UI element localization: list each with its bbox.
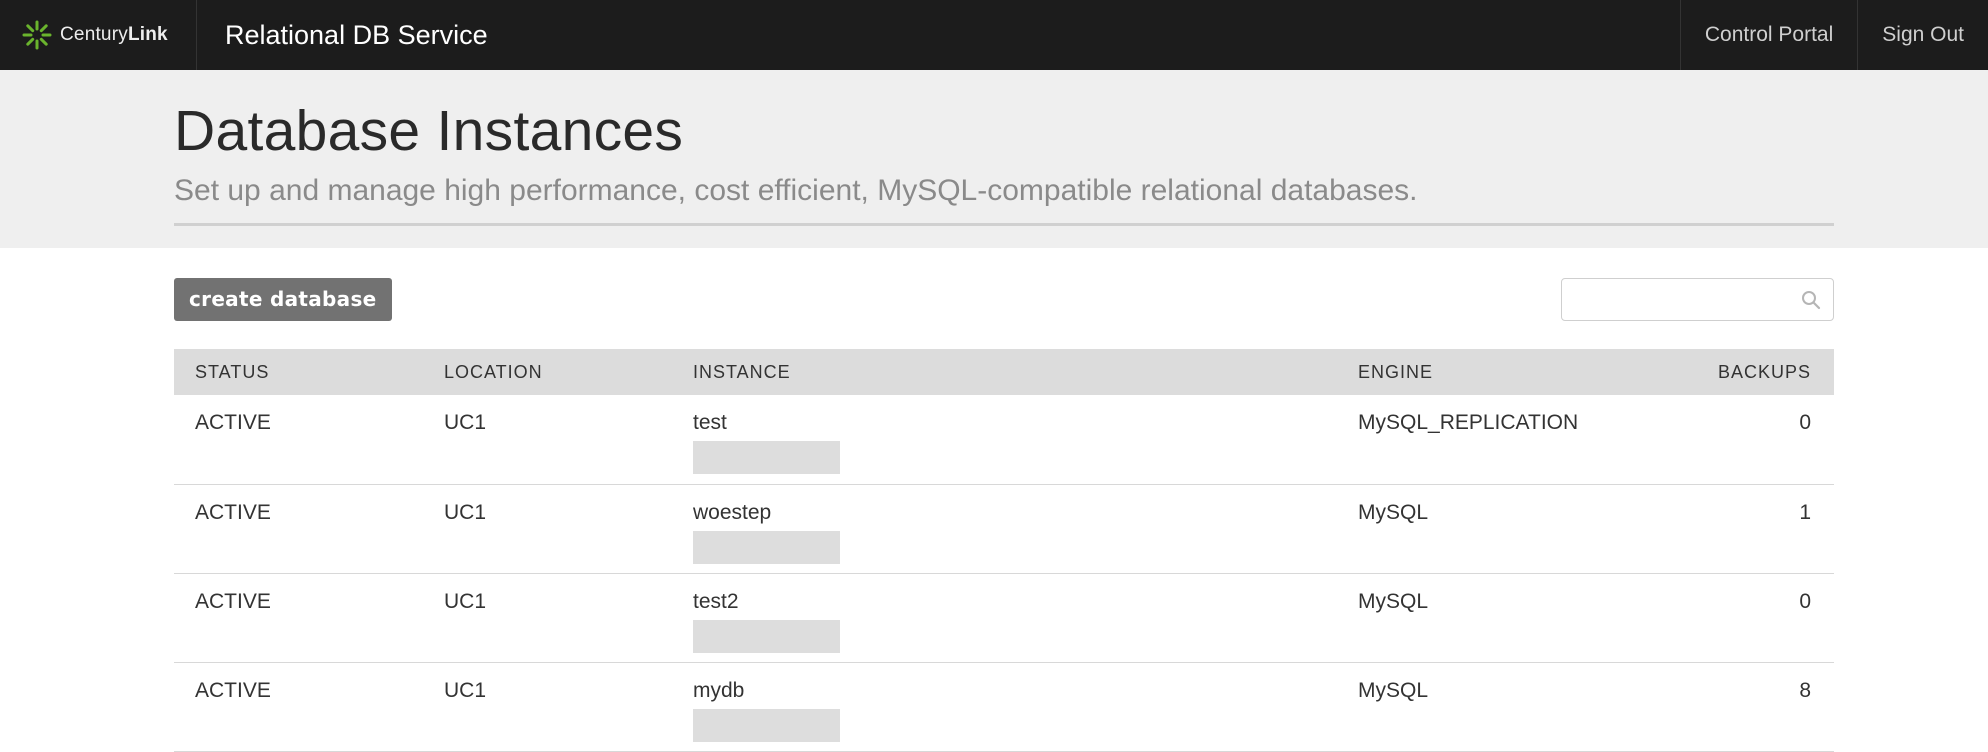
top-navbar: CenturyLink Relational DB Service Contro… — [0, 0, 1988, 70]
cell-status: ACTIVE — [174, 395, 423, 485]
brand-name: CenturyLink — [60, 24, 168, 45]
create-database-button[interactable]: create database — [174, 277, 392, 321]
redacted-block — [693, 530, 840, 564]
database-instances-table: STATUS LOCATION INSTANCE ENGINE BACKUPS … — [174, 349, 1834, 752]
cell-instance: woestep — [672, 484, 1337, 574]
redacted-block — [693, 441, 840, 474]
header-divider — [174, 223, 1834, 226]
cell-backups: 8 — [1637, 662, 1834, 752]
cell-location: UC1 — [423, 573, 672, 663]
main-content: create database STATUS LOCATION INSTANCE… — [174, 277, 1834, 752]
instance-name-link[interactable]: woestep — [693, 501, 771, 524]
table-row[interactable]: ACTIVE UC1 test2 MySQL 0 — [174, 573, 1834, 663]
toolbar: create database — [174, 277, 1834, 321]
cell-status: ACTIVE — [174, 573, 423, 663]
cell-backups: 1 — [1637, 484, 1834, 574]
brand-logo-link[interactable]: CenturyLink — [0, 0, 197, 70]
page-header: Database Instances Set up and manage hig… — [0, 70, 1988, 248]
column-header-backups[interactable]: BACKUPS — [1637, 349, 1834, 395]
page-subtitle: Set up and manage high performance, cost… — [174, 173, 1418, 207]
cell-instance: test — [672, 395, 1337, 485]
nav-control-portal[interactable]: Control Portal — [1679, 0, 1857, 70]
cell-engine: MySQL_REPLICATION — [1337, 395, 1637, 485]
column-header-instance[interactable]: INSTANCE — [672, 349, 1337, 395]
cell-engine: MySQL — [1337, 662, 1637, 752]
app-title: Relational DB Service — [225, 19, 488, 50]
instance-name-link[interactable]: test — [693, 411, 727, 434]
page-title: Database Instances — [174, 99, 684, 163]
cell-status: ACTIVE — [174, 484, 423, 574]
cell-instance: mydb — [672, 662, 1337, 752]
redacted-block — [693, 619, 840, 653]
column-header-status[interactable]: STATUS — [174, 349, 423, 395]
table-header-row: STATUS LOCATION INSTANCE ENGINE BACKUPS — [174, 349, 1834, 395]
centurylink-logo-icon — [22, 20, 52, 50]
cell-engine: MySQL — [1337, 484, 1637, 574]
redacted-block — [693, 708, 840, 742]
column-header-engine[interactable]: ENGINE — [1337, 349, 1637, 395]
cell-location: UC1 — [423, 662, 672, 752]
search-box — [1561, 277, 1834, 321]
instance-name-link[interactable]: test2 — [693, 590, 739, 613]
search-input[interactable] — [1562, 278, 1833, 320]
column-header-location[interactable]: LOCATION — [423, 349, 672, 395]
cell-location: UC1 — [423, 395, 672, 485]
cell-backups: 0 — [1637, 573, 1834, 663]
cell-engine: MySQL — [1337, 573, 1637, 663]
table-row[interactable]: ACTIVE UC1 test MySQL_REPLICATION 0 — [174, 395, 1834, 485]
cell-location: UC1 — [423, 484, 672, 574]
search-icon[interactable] — [1801, 290, 1821, 310]
instance-name-link[interactable]: mydb — [693, 679, 744, 702]
cell-backups: 0 — [1637, 395, 1834, 485]
cell-instance: test2 — [672, 573, 1337, 663]
table-row[interactable]: ACTIVE UC1 mydb MySQL 8 — [174, 662, 1834, 752]
table-row[interactable]: ACTIVE UC1 woestep MySQL 1 — [174, 484, 1834, 574]
cell-status: ACTIVE — [174, 662, 423, 752]
nav-sign-out[interactable]: Sign Out — [1857, 0, 1988, 70]
